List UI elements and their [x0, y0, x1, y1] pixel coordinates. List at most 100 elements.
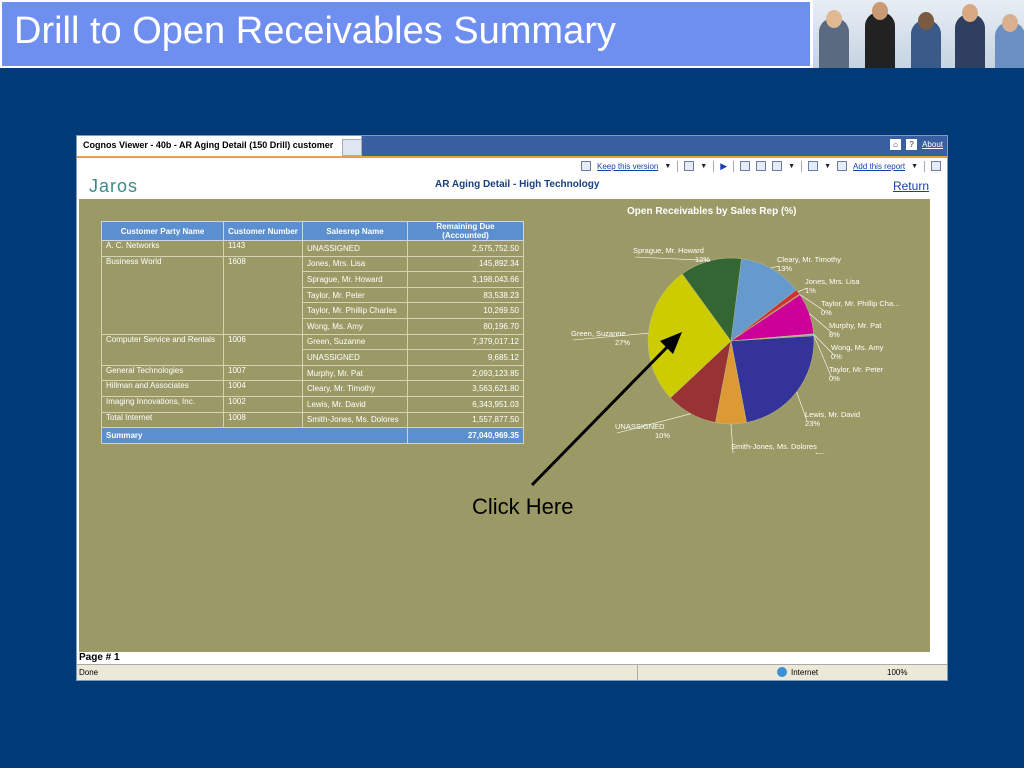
salesrep-cell[interactable]: Taylor, Mr. Peter	[302, 286, 408, 304]
remaining-due-cell: 80,196.70	[407, 317, 524, 335]
customer-name-cell[interactable]: Imaging Innovations, Inc.	[101, 395, 224, 413]
pie-label-name: Murphy, Mr. Pat	[829, 321, 882, 330]
keep-version-icon[interactable]	[580, 161, 591, 171]
slide-title: Drill to Open Receivables Summary	[14, 10, 616, 52]
separator	[713, 160, 715, 172]
column-header[interactable]: Customer Party Name	[101, 221, 224, 241]
customer-name-cell[interactable]: General Technologies	[101, 364, 224, 382]
pie-label-value: 12%	[695, 255, 710, 264]
report-body: Customer Party Name Customer Number Sale…	[79, 199, 930, 652]
customer-number-cell: 1006	[223, 333, 303, 366]
chevron-down-icon[interactable]: ▼	[824, 163, 831, 170]
customer-number-cell: 1143	[223, 240, 303, 257]
pie-label-name: Taylor, Mr. Peter	[829, 365, 884, 374]
callout-arrow	[530, 332, 682, 487]
home-icon[interactable]: ⌂	[890, 139, 902, 150]
person-figure	[911, 12, 941, 68]
remaining-due-cell: 3,563,621.80	[407, 380, 524, 397]
drill-up-icon[interactable]	[756, 161, 767, 171]
salesrep-cell[interactable]: Murphy, Mr. Pat	[302, 364, 408, 382]
table-row[interactable]: Computer Service and Rentals 1006 Green, S…	[101, 333, 524, 366]
salesrep-cell[interactable]: UNASSIGNED	[302, 240, 408, 257]
salesrep-cell[interactable]: Cleary, Mr. Timothy	[302, 380, 408, 397]
salesrep-cell[interactable]: Lewis, Mr. David	[302, 395, 408, 413]
titlebar-actions: ⌂ ? About	[890, 139, 943, 150]
person-figure	[995, 14, 1024, 68]
page-number: Page # 1	[79, 652, 120, 663]
person-figure	[865, 2, 895, 68]
salesrep-cell[interactable]: Taylor, Mr. Phillip Charles	[302, 302, 408, 319]
customer-name-cell[interactable]: Computer Service and Rentals	[101, 333, 224, 366]
viewer-titlebar: Cognos Viewer - 40b - AR Aging Detail (1…	[77, 136, 947, 156]
column-header[interactable]: Remaining Due (Accounted)	[407, 221, 524, 241]
view-format-icon[interactable]	[808, 161, 819, 171]
pie-label-value: 1%	[805, 286, 816, 295]
salesrep-cell[interactable]: Jones, Mrs. Lisa	[302, 255, 408, 273]
keep-version-link[interactable]: Keep this version	[597, 162, 658, 171]
chevron-down-icon[interactable]: ▼	[700, 163, 707, 170]
chevron-down-icon[interactable]: ▼	[911, 163, 918, 170]
team-photo	[810, 0, 1024, 68]
add-report-icon[interactable]	[837, 161, 848, 171]
customer-name-cell[interactable]: Total Internet	[101, 411, 224, 429]
status-bar: Done Internet 100%	[77, 664, 947, 680]
remaining-due-cell: 3,198,043.66	[407, 271, 524, 288]
vertical-scrollbar[interactable]	[930, 199, 947, 652]
status-cells	[637, 665, 767, 680]
pie-label-value: 0%	[829, 374, 840, 383]
new-tab-stub[interactable]	[342, 139, 362, 156]
pie-label-name: Taylor, Mr. Phillip Cha...	[821, 299, 899, 308]
pie-label-name: Jones, Mrs. Lisa	[805, 277, 860, 286]
remaining-due-cell: 2,093,123.85	[407, 364, 524, 382]
customer-number-cell: 1004	[223, 380, 303, 397]
help-icon[interactable]: ?	[906, 139, 918, 150]
summary-row: Summary 27,040,969.35	[101, 427, 524, 444]
remaining-due-cell: 6,343,951.03	[407, 395, 524, 413]
salesrep-cell[interactable]: Wong, Ms. Amy	[302, 317, 408, 335]
customer-name-cell[interactable]: Business World	[101, 255, 224, 335]
remaining-due-cell: 10,269.50	[407, 302, 524, 319]
brand-logo: Jaros	[89, 176, 139, 196]
run-icon[interactable]	[684, 161, 695, 171]
viewer-toolbar: Keep this version ▼ ▼ ▶ ▼ ▼ Add this rep…	[77, 158, 947, 174]
table-row[interactable]: Total Internet 1008 Smith-Jones, Ms. Dolor…	[101, 411, 524, 429]
column-header[interactable]: Customer Number	[223, 221, 303, 241]
zoom-level[interactable]: 100%	[887, 668, 907, 677]
chevron-down-icon[interactable]: ▼	[788, 163, 795, 170]
drill-down-icon[interactable]	[740, 161, 751, 171]
cognos-viewer-window: Cognos Viewer - 40b - AR Aging Detail (1…	[76, 135, 948, 681]
table-row[interactable]: A. C. Networks 1143 UNASSIGNED 2,575,752.50	[101, 240, 524, 257]
pie-label-value: 13%	[777, 264, 792, 273]
chart-type-icon[interactable]	[931, 161, 941, 171]
customer-name-cell[interactable]: Hillman and Associates	[101, 380, 224, 397]
salesrep-cell[interactable]: Sprague, Mr. Howard	[302, 271, 408, 288]
return-link[interactable]: Return	[893, 179, 929, 193]
table-row[interactable]: Business World 1608 Jones, Mrs. Lisa 145,89…	[101, 255, 524, 335]
chevron-down-icon[interactable]: ▼	[664, 163, 671, 170]
salesrep-cell[interactable]: Smith-Jones, Ms. Dolores	[302, 411, 408, 429]
customer-name-cell[interactable]: A. C. Networks	[101, 240, 224, 257]
remaining-due-cell: 145,892.34	[407, 255, 524, 273]
customer-number-cell: 1007	[223, 364, 303, 382]
table-row[interactable]: General Technologies 1007 Murphy, Mr. Pat 2…	[101, 364, 524, 382]
table-row[interactable]: Imaging Innovations, Inc. 1002 Lewis, Mr. …	[101, 395, 524, 413]
salesrep-cell[interactable]: UNASSIGNED	[302, 349, 408, 366]
person-figure	[819, 10, 849, 68]
pie-label-name: Smith-Jones, Ms. Dolores	[731, 442, 817, 451]
pie-label-value: 23%	[805, 419, 820, 428]
column-header[interactable]: Salesrep Name	[302, 221, 408, 241]
security-zone: Internet	[777, 667, 818, 677]
viewer-tab[interactable]: Cognos Viewer - 40b - AR Aging Detail (1…	[77, 136, 362, 156]
summary-value: 27,040,969.35	[407, 427, 524, 444]
table-row[interactable]: Hillman and Associates 1004 Cleary, Mr. Ti…	[101, 380, 524, 397]
play-icon[interactable]: ▶	[720, 161, 727, 172]
go-to-icon[interactable]	[772, 161, 783, 171]
chart-title: Open Receivables by Sales Rep (%)	[627, 206, 797, 217]
add-report-link[interactable]: Add this report	[853, 162, 905, 171]
remaining-due-cell: 83,538.23	[407, 286, 524, 304]
person-figure	[955, 4, 985, 68]
globe-icon	[777, 667, 787, 677]
ar-aging-table: Customer Party Name Customer Number Sale…	[101, 221, 524, 444]
about-link[interactable]: About	[922, 140, 943, 149]
salesrep-cell[interactable]: Green, Suzanne	[302, 333, 408, 351]
